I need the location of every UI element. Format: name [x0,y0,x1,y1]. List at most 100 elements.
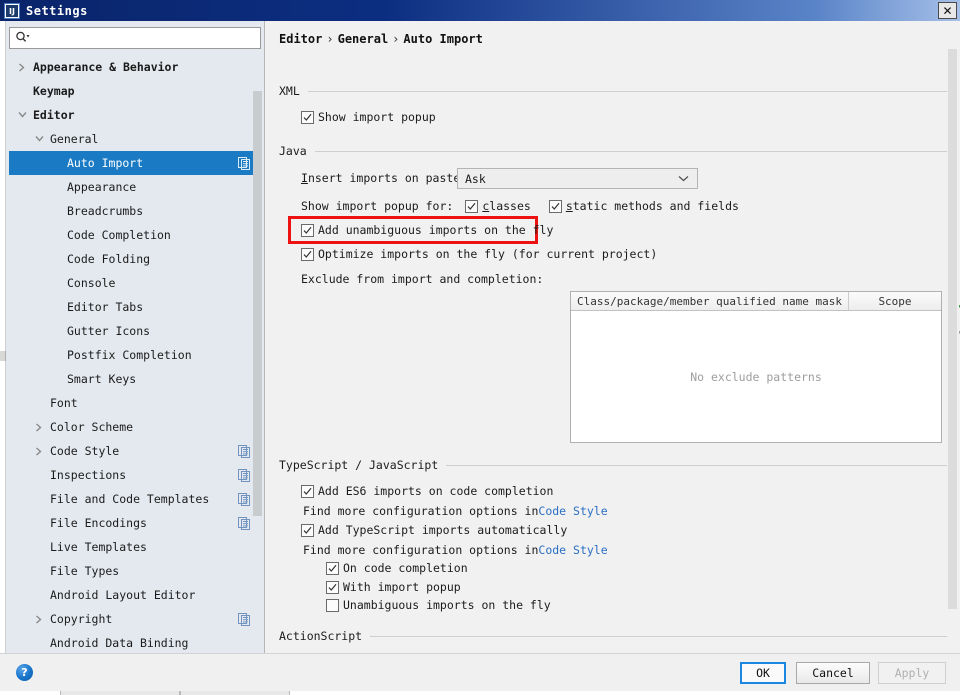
settings-detail-panel: Editor › General › Auto Import XML Show impo… [270,21,960,653]
sidebar-item-code-folding[interactable]: Code Folding [9,247,261,271]
mnemonic-insert-imports: I [301,171,308,185]
chevron-right-icon[interactable] [32,446,46,456]
sidebar-item-label: Console [67,276,116,290]
checkbox-classes[interactable] [465,199,479,213]
sidebar-item-label: Breadcrumbs [67,204,144,218]
sidebar-scrollbar-thumb[interactable] [253,91,262,516]
checkbox-add-typescript-imports[interactable] [301,523,314,537]
main-scrollbar-thumb[interactable] [948,49,957,609]
link-code-style-1[interactable]: Code Style [538,504,607,518]
sidebar-item-breadcrumbs[interactable]: Breadcrumbs [9,199,261,223]
sidebar-item-file-encodings[interactable]: File Encodings [9,511,261,535]
cancel-button[interactable]: Cancel [796,662,870,684]
sidebar-item-font[interactable]: Font [9,391,261,415]
checkbox-row-on-code-completion[interactable]: On code completion [326,561,468,575]
checkbox-with-import-popup[interactable] [326,580,339,594]
breadcrumb-part-general[interactable]: General [338,32,389,46]
help-icon[interactable]: ? [16,664,33,681]
checkbox-optimize-imports-on-the-fly[interactable] [301,247,314,261]
sidebar-item-code-completion[interactable]: Code Completion [9,223,261,247]
table-column-header-scope[interactable]: Scope [849,292,941,310]
sidebar-item-editor-tabs[interactable]: Editor Tabs [9,295,261,319]
copy-settings-icon[interactable] [238,612,251,626]
sidebar-item-label: Appearance & Behavior [33,60,179,74]
checkbox-java-add-unambiguous-imports[interactable] [301,223,314,237]
sidebar-item-label: Inspections [50,468,127,482]
ok-button[interactable]: OK [740,662,786,684]
checkbox-row-with-import-popup[interactable]: With import popup [326,580,461,594]
label-unambiguous-imports-on-the-fly: Unambiguous imports on the fly [343,598,551,612]
copy-settings-icon[interactable] [238,492,251,506]
sidebar-item-console[interactable]: Console [9,271,261,295]
sidebar-item-inspections[interactable]: Inspections [9,463,261,487]
section-divider-typescript [446,464,947,466]
checkbox-row-add-es6[interactable]: Add ES6 imports on code completion [301,484,553,498]
sidebar-item-android-layout-editor[interactable]: Android Layout Editor [9,583,261,607]
checkbox-row-xml-show-import-popup[interactable]: Show import popup [301,110,436,124]
checkbox-row-optimize-imports[interactable]: Optimize imports on the fly (for current… [301,247,657,261]
sidebar-item-general[interactable]: General [9,127,261,151]
sidebar-item-label: Code Folding [67,252,151,266]
sidebar-item-keymap[interactable]: Keymap [9,79,261,103]
chevron-down-icon[interactable] [15,111,29,119]
sidebar-item-label: Code Style [50,444,120,458]
insert-imports-on-paste-select[interactable]: Ask [457,168,698,189]
sidebar-item-color-scheme[interactable]: Color Scheme [9,415,261,439]
table-column-header-mask[interactable]: Class/package/member qualified name mask [571,292,849,310]
sidebar-item-android-data-binding[interactable]: Android Data Binding [9,631,261,651]
sidebar-item-postfix-completion[interactable]: Postfix Completion [9,343,261,367]
sidebar-item-code-style[interactable]: Code Style [9,439,261,463]
hint-row-code-style-2: Find more configuration options in Code … [303,543,608,557]
checkbox-on-code-completion[interactable] [326,561,339,575]
chevron-down-icon[interactable] [32,135,46,143]
sidebar-item-editor[interactable]: Editor [9,103,261,127]
label-exclude-from-import-and-completion: Exclude from import and completion: [301,272,544,286]
copy-settings-icon[interactable] [238,468,251,482]
search-input[interactable] [30,29,260,47]
mnemonic-classes: c [482,199,490,213]
label-xml-show-import-popup: Show import popup [318,110,436,124]
sidebar-item-appearance-behavior[interactable]: Appearance & Behavior [9,55,261,79]
checkbox-xml-show-import-popup[interactable] [301,110,314,124]
chevron-right-icon[interactable] [32,422,46,432]
label-static-methods-and-fields: tatic methods and fields [572,199,739,213]
sidebar-item-auto-import[interactable]: Auto Import [9,151,261,175]
mnemonic-static-methods: s [565,199,573,213]
breadcrumb-part-editor[interactable]: Editor [279,32,322,46]
section-header-xml: XML [279,84,947,98]
label-on-code-completion: On code completion [343,561,468,575]
exclude-patterns-table[interactable]: Class/package/member qualified name mask… [570,291,942,443]
sidebar-item-gutter-icons[interactable]: Gutter Icons [9,319,261,343]
copy-settings-icon[interactable] [238,516,251,530]
section-header-java: Java [279,144,947,158]
sidebar-scrollbar-track[interactable] [253,55,263,651]
sidebar-item-label: Copyright [50,612,113,626]
sidebar-item-file-types[interactable]: File Types [9,559,261,583]
checkbox-row-add-typescript[interactable]: Add TypeScript imports automatically [301,523,567,537]
sidebar-item-appearance[interactable]: Appearance [9,175,261,199]
sidebar-item-label: Android Data Binding [50,636,189,650]
search-box[interactable] [9,27,261,49]
dialog-footer: ? OK Cancel Apply [0,653,960,691]
copy-settings-icon[interactable] [238,156,251,170]
close-icon[interactable]: ✕ [938,2,957,19]
main-scrollbar-track[interactable] [948,21,959,653]
taskbar-segment-2 [180,691,290,695]
breadcrumb-separator-1: › [326,32,334,46]
sidebar-item-file-and-code-templates[interactable]: File and Code Templates [9,487,261,511]
checkbox-unambiguous-imports-on-the-fly[interactable] [326,598,339,612]
sidebar-item-copyright[interactable]: Copyright [9,607,261,631]
label-with-import-popup: With import popup [343,580,461,594]
chevron-right-icon[interactable] [32,614,46,624]
link-code-style-2[interactable]: Code Style [538,543,607,557]
section-title-typescript: TypeScript / JavaScript [279,458,439,472]
chevron-right-icon[interactable] [15,62,29,72]
checkbox-row-unambiguous-on-the-fly[interactable]: Unambiguous imports on the fly [326,598,551,612]
checkbox-static-methods-and-fields[interactable] [548,199,562,213]
checkbox-add-es6-imports[interactable] [301,484,314,498]
copy-settings-icon[interactable] [238,444,251,458]
section-divider-actionscript [370,635,947,637]
checkbox-row-java-add-unambiguous[interactable]: Add unambiguous imports on the fly [301,223,553,237]
sidebar-item-live-templates[interactable]: Live Templates [9,535,261,559]
sidebar-item-smart-keys[interactable]: Smart Keys [9,367,261,391]
